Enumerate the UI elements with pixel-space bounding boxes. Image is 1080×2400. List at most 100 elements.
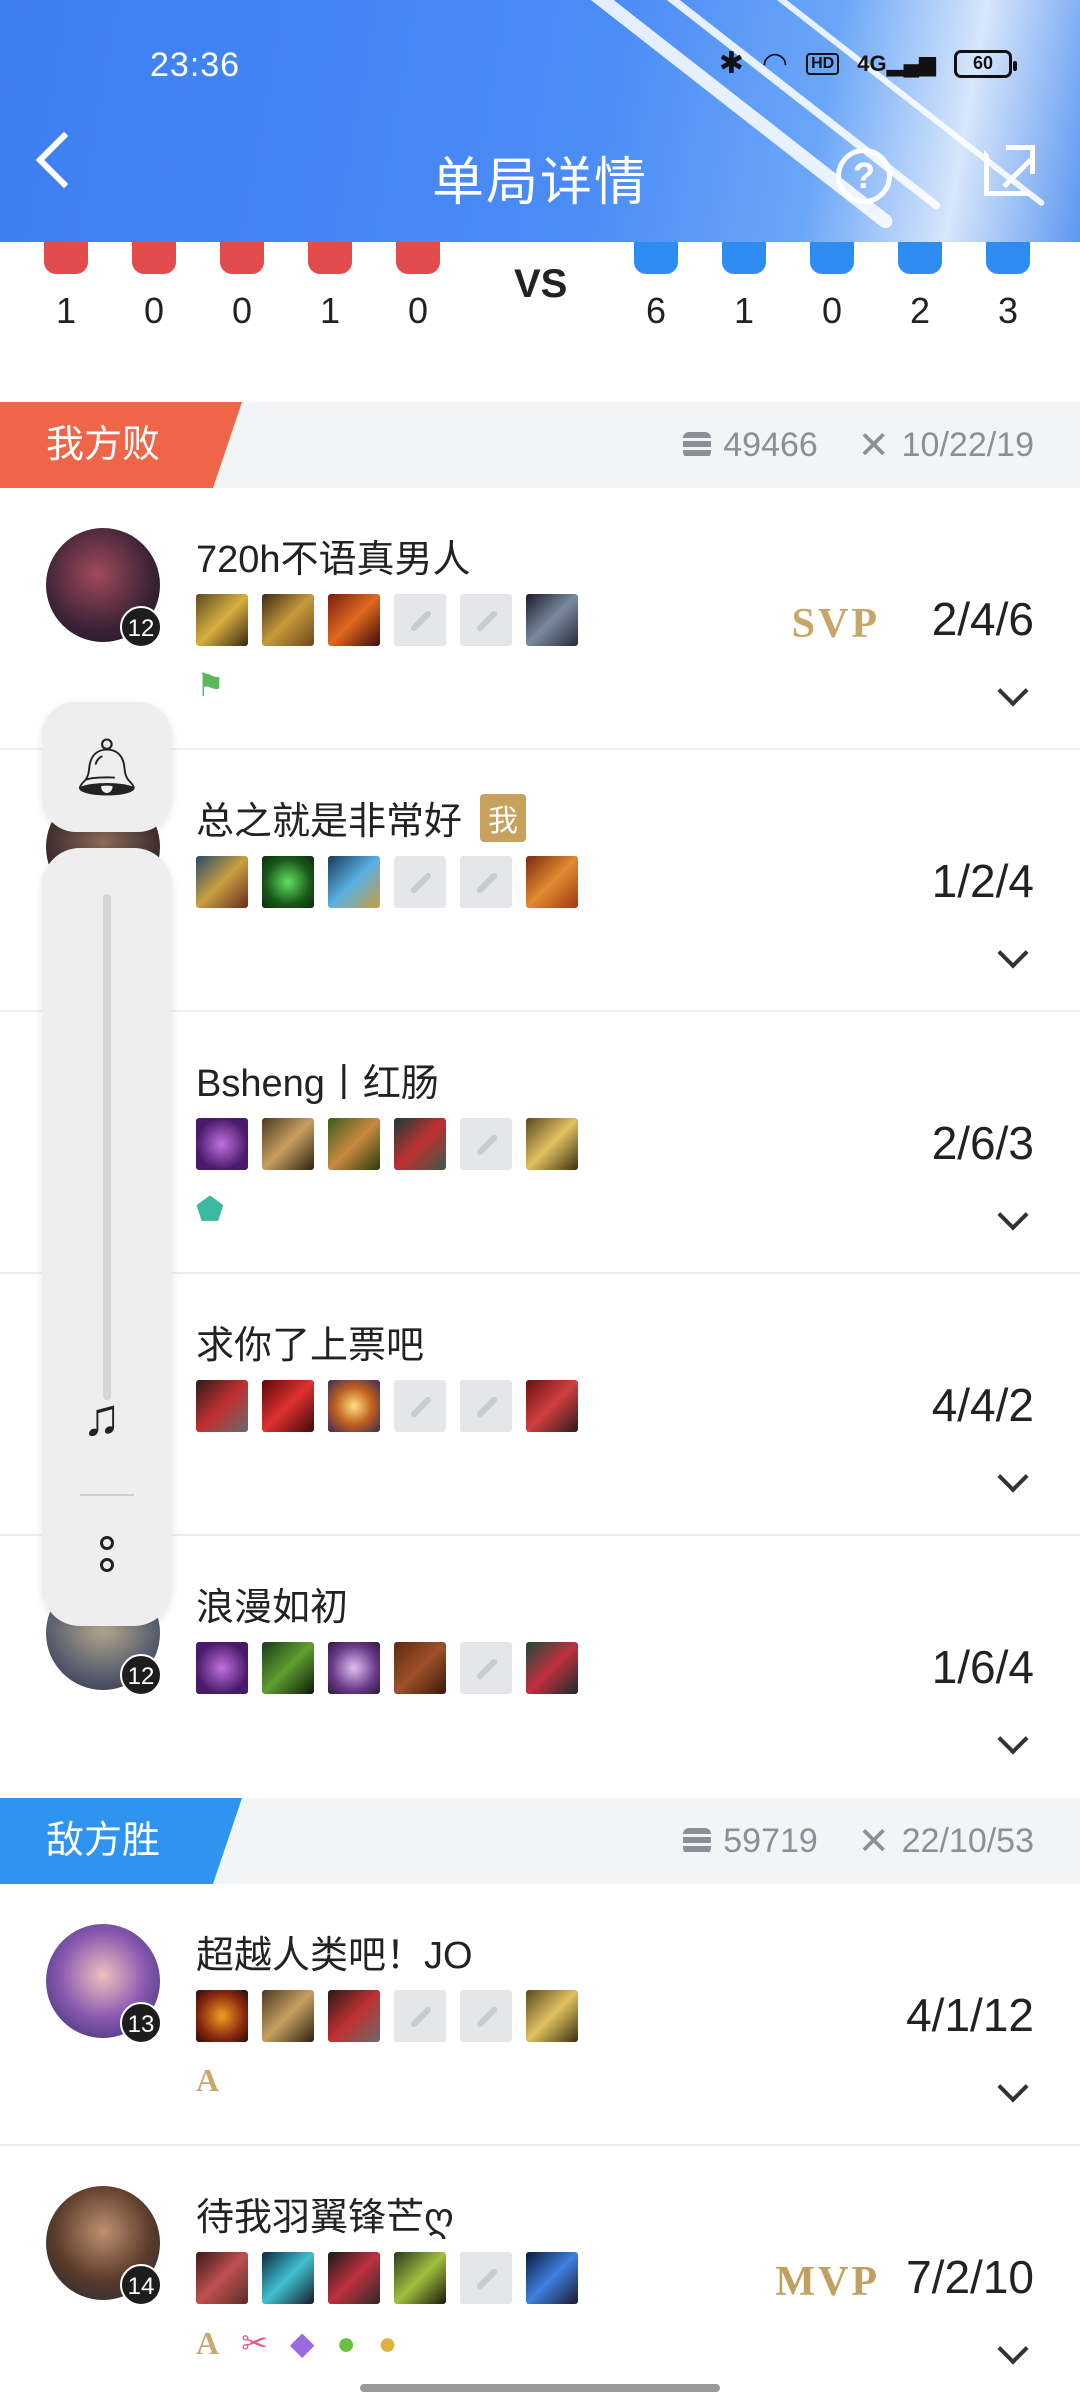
empty-item-slot	[460, 1990, 512, 2042]
player-kda: 1/6/4	[931, 1641, 1034, 1693]
expand-chevron-icon[interactable]	[997, 1723, 1029, 1755]
empty-item-slot	[460, 1118, 512, 1170]
team-meta: 59719 ✕ 22/10/53	[683, 1798, 1034, 1884]
red-stat-1: 1	[36, 242, 96, 332]
player-name: Bsheng丨红肠	[196, 1063, 439, 1105]
blue-stat-5: 3	[978, 242, 1038, 332]
item-icon	[328, 1380, 380, 1432]
level-badge: 12	[120, 1654, 162, 1696]
shield-icon: ⬟	[196, 1191, 224, 1227]
network-label: 4G	[857, 50, 887, 76]
item-icon	[196, 2252, 248, 2304]
item-icon	[394, 1642, 446, 1694]
bell-icon: 🔔︎	[71, 735, 143, 798]
notification-button[interactable]: 🔔︎	[42, 702, 172, 832]
expand-chevron-icon[interactable]	[997, 675, 1029, 707]
team-kda: ✕ 10/22/19	[858, 423, 1034, 468]
empty-item-slot	[460, 856, 512, 908]
item-slots	[196, 594, 578, 646]
stat-value: 3	[997, 290, 1019, 331]
music-off-icon[interactable]: ♫	[82, 1388, 121, 1448]
item-icon	[262, 856, 314, 908]
item-icon	[262, 1642, 314, 1694]
team-gold: 49466	[683, 426, 818, 465]
expand-chevron-icon[interactable]	[997, 2071, 1029, 2103]
red-stat-5: 0	[388, 242, 448, 332]
trinket-icon	[526, 1380, 578, 1432]
battery-icon: 60	[954, 49, 1017, 78]
signal-icon: 4G▂▄▆	[857, 50, 936, 76]
empty-item-slot	[394, 1990, 446, 2042]
player-row[interactable]: 14 待我羽翼锋芒ღ MVP 7/2/10 A ✂ ◆ ● ●	[0, 2146, 1080, 2400]
more-options-icon[interactable]	[94, 1536, 120, 1572]
status-time: 23:36	[150, 46, 241, 84]
flag-icon: ⚑	[196, 667, 225, 703]
player-kda: 4/1/12	[906, 1989, 1034, 2041]
item-icon	[196, 1380, 248, 1432]
stat-value: 0	[143, 290, 165, 331]
expand-chevron-icon[interactable]	[997, 937, 1029, 969]
my-team-header: 我方败 49466 ✕ 10/22/19	[0, 402, 1080, 488]
item-icon	[262, 1380, 314, 1432]
player-badges: A	[196, 2062, 219, 2099]
red-stat-3: 0	[212, 242, 272, 332]
expand-chevron-icon[interactable]	[997, 1199, 1029, 1231]
swords-icon: ✕	[857, 1820, 890, 1863]
blue-stat-1: 6	[626, 242, 686, 332]
trinket-icon	[526, 856, 578, 908]
baron-icon	[810, 242, 854, 274]
trinket-icon	[526, 1118, 578, 1170]
empty-item-slot	[460, 594, 512, 646]
level-badge: 12	[120, 606, 162, 648]
expand-chevron-icon[interactable]	[997, 1461, 1029, 1493]
player-row[interactable]: 13 超越人类吧！JO 4/1/12 A	[0, 1884, 1080, 2146]
player-badges: ⬟	[196, 1190, 224, 1228]
app-header: 23:36 ✱ ◠ HD 4G▂▄▆ 60 单局详情 ?	[0, 0, 1080, 242]
item-icon	[196, 856, 248, 908]
empty-item-slot	[394, 1380, 446, 1432]
red-stat-4: 1	[300, 242, 360, 332]
herald-icon	[308, 242, 352, 274]
help-button[interactable]: ?	[836, 148, 892, 204]
gold-value: 49466	[723, 425, 818, 464]
share-button[interactable]	[984, 145, 1035, 196]
home-indicator[interactable]	[360, 2384, 720, 2392]
player-row[interactable]: 12 720h不语真男人 SVP 2/4/6 ⚑	[0, 488, 1080, 750]
empty-item-slot	[460, 2252, 512, 2304]
kda-value: 10/22/19	[901, 425, 1034, 464]
empty-item-slot	[460, 1380, 512, 1432]
me-tag: 我	[480, 794, 527, 842]
volume-slider[interactable]	[103, 894, 111, 1400]
page-title: 单局详情	[431, 154, 648, 212]
player-name-text: 总之就是非常好	[196, 801, 463, 843]
stat-value: 0	[821, 290, 843, 331]
level-badge: 13	[120, 2002, 162, 2044]
item-icon	[196, 1642, 248, 1694]
status-icons: ✱ ◠ HD 4G▂▄▆ 60	[718, 46, 1017, 81]
herald-icon	[898, 242, 942, 274]
player-name: 720h不语真男人	[196, 539, 471, 581]
item-icon	[394, 2252, 446, 2304]
item-icon	[328, 1990, 380, 2042]
expand-chevron-icon[interactable]	[997, 2333, 1029, 2365]
stat-value: 1	[733, 290, 755, 331]
blue-stat-2: 1	[714, 242, 774, 332]
bluetooth-icon: ✱	[718, 47, 744, 80]
wifi-icon: ◠	[761, 47, 789, 80]
item-icon	[262, 2252, 314, 2304]
item-icon	[328, 1642, 380, 1694]
kda-value: 22/10/53	[901, 1821, 1034, 1860]
trinket-icon	[526, 2252, 578, 2304]
player-kda: 1/2/4	[931, 855, 1034, 907]
svp-badge: SVP	[791, 601, 880, 647]
player-name: 总之就是非常好我	[196, 790, 527, 845]
item-icon	[328, 594, 380, 646]
gold-value: 59719	[723, 1821, 818, 1860]
blue-stat-4: 2	[890, 242, 950, 332]
item-icon	[262, 1118, 314, 1170]
rank-badge: A	[196, 2324, 220, 2361]
trinket-icon	[526, 1990, 578, 2042]
mvp-badge: MVP	[775, 2259, 880, 2305]
player-kda: 2/6/3	[931, 1117, 1034, 1169]
item-slots	[196, 856, 578, 908]
